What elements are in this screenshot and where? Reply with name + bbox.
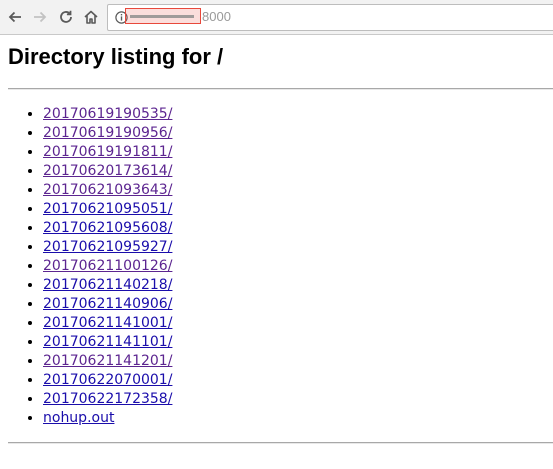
directory-entry-link[interactable]: 20170619191811/ <box>43 144 172 160</box>
list-item: 20170621140218/ <box>43 276 172 295</box>
directory-entry-link[interactable]: 20170621140218/ <box>43 277 172 293</box>
directory-entry-link[interactable]: 20170622070001/ <box>43 372 172 388</box>
page-title: Directory listing for / <box>8 44 224 69</box>
directory-list: 20170619190535/20170619190956/2017061919… <box>0 105 172 428</box>
back-button[interactable] <box>4 6 26 28</box>
list-item: 20170621093643/ <box>43 181 172 200</box>
list-item: 20170620173614/ <box>43 162 172 181</box>
list-item: 20170621141001/ <box>43 314 172 333</box>
forward-button[interactable] <box>29 6 51 28</box>
address-bar[interactable]: 8000 <box>107 4 553 31</box>
redacted-url-host <box>125 8 201 24</box>
list-item: 20170621141101/ <box>43 333 172 352</box>
list-item: 20170619190535/ <box>43 105 172 124</box>
home-button[interactable] <box>80 6 102 28</box>
top-divider <box>8 88 553 90</box>
list-item: nohup.out <box>43 409 172 428</box>
list-item: 20170621100126/ <box>43 257 172 276</box>
back-arrow-icon <box>8 11 21 23</box>
directory-entry-link[interactable]: 20170621095927/ <box>43 239 172 255</box>
list-item: 20170619191811/ <box>43 143 172 162</box>
directory-entry-link[interactable]: 20170621093643/ <box>43 182 172 198</box>
browser-toolbar: 8000 <box>0 0 553 35</box>
url-port-text[interactable]: 8000 <box>202 9 231 25</box>
directory-entry-link[interactable]: 20170621141101/ <box>43 334 172 350</box>
directory-entry-link[interactable]: 20170621141001/ <box>43 315 172 331</box>
directory-entry-link[interactable]: nohup.out <box>43 410 114 426</box>
directory-entry-link[interactable]: 20170622172358/ <box>43 391 172 407</box>
list-item: 20170621140906/ <box>43 295 172 314</box>
list-item: 20170621095608/ <box>43 219 172 238</box>
reload-icon <box>60 10 72 23</box>
directory-entry-link[interactable]: 20170619190956/ <box>43 125 172 141</box>
directory-entry-link[interactable]: 20170620173614/ <box>43 163 172 179</box>
directory-entry-link[interactable]: 20170621140906/ <box>43 296 172 312</box>
list-item: 20170621095927/ <box>43 238 172 257</box>
home-icon <box>84 10 98 24</box>
list-item: 20170622070001/ <box>43 371 172 390</box>
list-item: 20170622172358/ <box>43 390 172 409</box>
directory-entry-link[interactable]: 20170621141201/ <box>43 353 172 369</box>
redaction-scribble <box>130 15 194 18</box>
reload-button[interactable] <box>55 6 77 28</box>
forward-arrow-icon <box>34 11 47 23</box>
list-item: 20170621141201/ <box>43 352 172 371</box>
directory-entry-link[interactable]: 20170621095051/ <box>43 201 172 217</box>
directory-entry-link[interactable]: 20170621095608/ <box>43 220 172 236</box>
list-item: 20170619190956/ <box>43 124 172 143</box>
list-item: 20170621095051/ <box>43 200 172 219</box>
directory-entry-link[interactable]: 20170619190535/ <box>43 106 172 122</box>
directory-entry-link[interactable]: 20170621100126/ <box>43 258 172 274</box>
bottom-divider <box>8 442 553 444</box>
